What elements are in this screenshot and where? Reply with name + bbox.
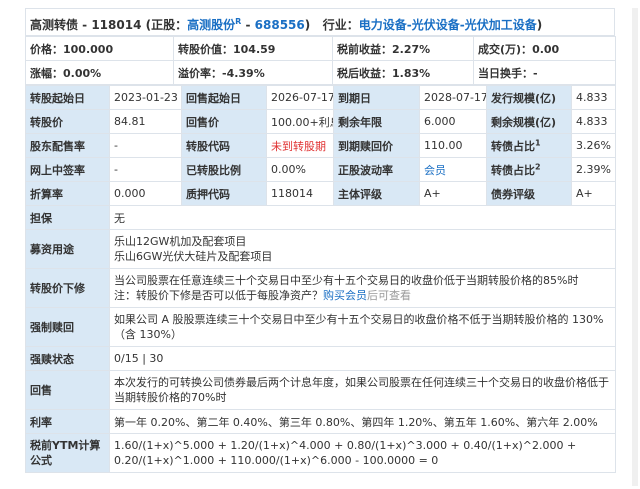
table-row: 折算率 0.000 质押代码 118014 主体评级 A+ 债券评级 A+: [25, 181, 616, 206]
table-row: 网上中签率 - 已转股比例 0.00% 正股波动率 会员 转债占比2 2.39%: [25, 157, 616, 182]
change-cell: 涨幅：0.00%: [25, 60, 174, 85]
quote-table: 价格：100.000 转股价值：104.59 税前收益：2.27% 成交(万)：…: [25, 36, 616, 85]
interest-rate-row: 利率 第一年 0.20%、第二年 0.40%、第三年 0.80%、第四年 1.2…: [25, 409, 616, 434]
forced-redemption-row: 强制赎回 如果公司 A 股股票连续三十个交易日中至少有十五个交易日的收盘价格不低…: [25, 307, 616, 347]
funds-usage-row: 募资用途 乐山12GW机加及配套项目 乐山6GW光伏大硅片及配套项目: [25, 229, 616, 269]
stock-code-link[interactable]: 688556: [255, 18, 305, 32]
daily-turnover-cell: 当日换手：-: [473, 60, 616, 85]
turnover-amount-cell: 成交(万)：0.00: [473, 36, 616, 61]
buy-member-link[interactable]: 购买会员: [323, 289, 367, 302]
conversion-revision-row: 转股价下修 当公司股票在任意连续三十个交易日中至少有十五个交易日的收盘价低于当期…: [25, 268, 616, 308]
guarantee-row: 担保 无: [25, 205, 616, 230]
conversion-value-cell: 转股价值：104.59: [173, 36, 333, 61]
after-tax-yield-cell: 税后收益：1.83%: [332, 60, 474, 85]
pre-tax-yield-cell: 税前收益：2.27%: [332, 36, 474, 61]
header-close: ): [536, 18, 543, 32]
detail-table: 转股起始日 2023-01-23 回售起始日 2026-07-17 到期日 20…: [25, 85, 616, 473]
bond-title-bar: 高测转债 - 118014 (正股：高测股份R - 688556) 行业：电力设…: [25, 8, 615, 36]
premium-rate-cell: 溢价率：-4.39%: [173, 60, 333, 85]
bond-title: 高测转债 - 118014 (正股：: [30, 18, 188, 32]
member-link[interactable]: 会员: [419, 157, 487, 182]
scrollbar[interactable]: [632, 8, 638, 486]
price-cell: 价格：100.000: [25, 36, 174, 61]
conversion-code-status: 未到转股期: [266, 133, 334, 158]
table-row: 转股价 84.81 回售价 100.00+利息 剩余年限 6.000 剩余规模(…: [25, 109, 616, 134]
table-row: 转股起始日 2023-01-23 回售起始日 2026-07-17 到期日 20…: [25, 85, 616, 110]
bond-detail-page: { "header": { "title": "高测转债 - 118014 (正…: [0, 0, 640, 489]
stock-name-link[interactable]: 高测股份: [187, 18, 235, 32]
ytm-formula-row: 税前YTM计算公式 1.60/(1+x)^5.000 + 1.20/(1+x)^…: [25, 433, 616, 473]
putback-row: 回售 本次发行的可转换公司债券最后两个计息年度，如果公司股票在任何连续三十个交易…: [25, 370, 616, 410]
industry-label: 行业：: [322, 18, 359, 32]
industry-link[interactable]: 电力设备-光伏设备-光伏加工设备: [359, 18, 537, 32]
redemption-status-row: 强赎状态 0/15 | 30: [25, 346, 616, 371]
table-row: 股东配售率 - 转股代码 未到转股期 到期赎回价 110.00 转债占比1 3.…: [25, 133, 616, 158]
